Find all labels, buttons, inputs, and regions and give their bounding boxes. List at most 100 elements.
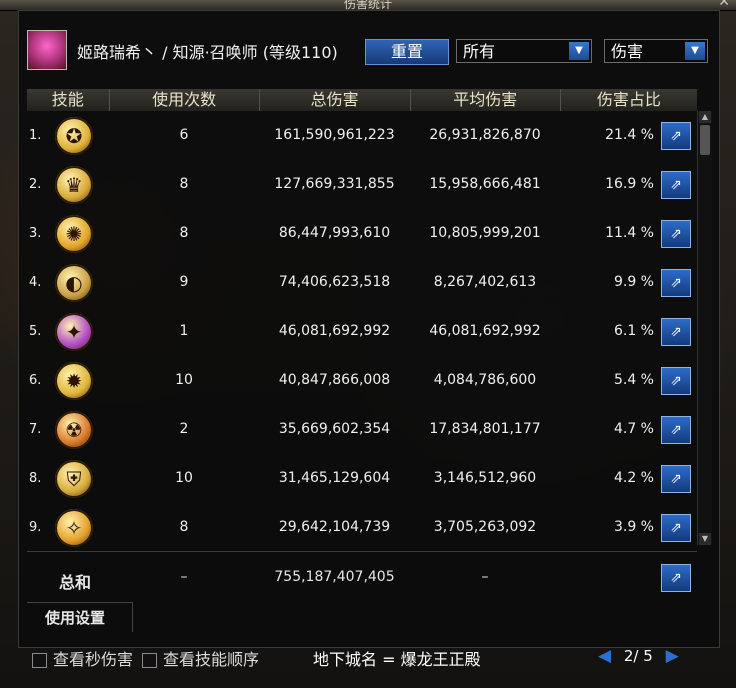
metric-select[interactable]: 伤害 ▼ [604,39,708,63]
summary-total-damage: 755,187,407,405 [274,569,395,585]
row-share-button[interactable]: ⇗ [661,367,691,395]
damage-stats-window: 姬路瑞希丶 / 知源·召唤师 (等级110) 重置 所有 ▼ 伤害 ▼ 技能 使… [18,10,720,648]
per-second-damage-checkbox[interactable]: 查看秒伤害 [32,646,133,670]
row-uses: 6 [179,127,189,143]
row-share-button[interactable]: ⇗ [661,122,691,150]
share-icon: ⇗ [670,324,682,340]
row-total-damage: 31,465,129,604 [278,470,391,486]
row-uses: 9 [179,274,189,290]
row-damage-share: 11.4 % [605,225,654,241]
row-average-damage: 3,146,512,960 [433,470,537,486]
table-row[interactable]: 3. ✺ 8 86,447,993,610 10,805,999,201 11.4 % ⇗ [27,209,697,258]
row-total-damage: 127,669,331,855 [274,176,395,192]
summary-uses: – [180,569,188,585]
checkbox-icon[interactable] [32,653,47,668]
table-header: 技能 使用次数 总伤害 平均伤害 伤害占比 [27,89,697,111]
skill-icon: ✦ [55,313,93,351]
character-avatar [27,30,67,70]
row-average-damage: 46,081,692,992 [429,323,541,339]
row-share-button[interactable]: ⇗ [661,171,691,199]
share-icon: ⇗ [670,570,682,586]
row-damage-share: 4.7 % [613,421,654,437]
share-icon: ⇗ [670,422,682,438]
skill-icon: ☢ [55,411,93,449]
row-share-button[interactable]: ⇗ [661,514,691,542]
bottom-bar: 查看秒伤害 查看技能顺序 地下城名 = 爆龙王正殿 ◀ 2/ 5 ▶ [0,640,736,688]
row-average-damage: 15,958,666,481 [429,176,541,192]
share-icon: ⇗ [670,373,682,389]
row-average-damage: 4,084,786,600 [433,372,537,388]
chevron-down-icon[interactable]: ▼ [569,42,589,60]
row-uses: 8 [179,519,189,535]
skill-icon: ✺ [55,215,93,253]
table-row[interactable]: 6. ✹ 10 40,847,866,008 4,084,786,600 5.4 % ⇗ [27,356,697,405]
row-rank: 9. [29,520,42,535]
table-row[interactable]: 1. ✪ 6 161,590,961,223 26,931,826,870 21.4 % ⇗ [27,111,697,160]
row-share-button[interactable]: ⇗ [661,269,691,297]
close-icon[interactable]: ✕ [718,0,730,10]
row-damage-share: 9.9 % [613,274,654,290]
row-damage-share: 16.9 % [605,176,654,192]
table-row[interactable]: 8. ⛨ 10 31,465,129,604 3,146,512,960 4.2 % ⇗ [27,454,697,503]
table-row[interactable]: 7. ☢ 2 35,669,602,354 17,834,801,177 4.7 % ⇗ [27,405,697,454]
skill-icon: ✹ [55,362,93,400]
scope-select[interactable]: 所有 ▼ [456,39,592,63]
skill-order-label: 查看技能顺序 [163,650,260,669]
character-name: 姬路瑞希丶 / 知源·召唤师 (等级110) [77,43,338,62]
reset-button[interactable]: 重置 [365,39,449,65]
checkbox-icon[interactable] [142,653,157,668]
row-total-damage: 40,847,866,008 [278,372,391,388]
metric-select-value: 伤害 [611,42,644,61]
dungeon-name: 地下城名 = 爆龙王正殿 [313,650,481,669]
pagination: ◀ 2/ 5 ▶ [598,646,679,666]
row-total-damage: 35,669,602,354 [278,421,391,437]
row-uses: 1 [179,323,189,339]
table-row[interactable]: 4. ◐ 9 74,406,623,518 8,267,402,613 9.9 % ⇗ [27,258,697,307]
skill-icon: ⛨ [55,460,93,498]
scroll-down-icon[interactable]: ▼ [699,533,711,545]
row-damage-share: 3.9 % [613,519,654,535]
table-row[interactable]: 2. ♛ 8 127,669,331,855 15,958,666,481 16.9 % ⇗ [27,160,697,209]
skill-icon: ♛ [55,166,93,204]
row-total-damage: 161,590,961,223 [274,127,395,143]
next-page-icon[interactable]: ▶ [666,646,679,666]
usage-settings-tab[interactable]: 使用设置 [27,602,133,632]
page-indicator: 2/ 5 [623,647,653,665]
share-icon: ⇗ [670,177,682,193]
share-icon: ⇗ [670,520,682,536]
scope-select-value: 所有 [463,42,496,61]
row-average-damage: 3,705,263,092 [433,519,537,535]
row-damage-share: 5.4 % [613,372,654,388]
row-share-button[interactable]: ⇗ [661,416,691,444]
row-rank: 2. [29,177,42,192]
row-uses: 10 [175,372,193,388]
row-share-button[interactable]: ⇗ [661,465,691,493]
column-average-damage[interactable]: 平均伤害 [411,89,561,111]
chevron-down-icon[interactable]: ▼ [685,42,705,60]
scroll-thumb[interactable] [700,125,710,155]
row-share-button[interactable]: ⇗ [661,220,691,248]
prev-page-icon[interactable]: ◀ [598,646,611,666]
summary-label: 总和 [59,573,92,592]
row-uses: 8 [179,176,189,192]
share-icon: ⇗ [670,128,682,144]
row-share-button[interactable]: ⇗ [661,318,691,346]
row-average-damage: 26,931,826,870 [429,127,541,143]
share-icon: ⇗ [670,275,682,291]
table-row[interactable]: 5. ✦ 1 46,081,692,992 46,081,692,992 6.1 % ⇗ [27,307,697,356]
row-uses: 10 [175,470,193,486]
table-row[interactable]: 9. ✧ 8 29,642,104,739 3,705,263,092 3.9 % ⇗ [27,503,697,552]
row-rank: 8. [29,471,42,486]
column-total-damage[interactable]: 总伤害 [260,89,411,111]
row-total-damage: 29,642,104,739 [278,519,391,535]
summary-share-button[interactable]: ⇗ [661,564,691,592]
column-damage-share[interactable]: 伤害占比 [561,89,697,111]
column-skill[interactable]: 技能 [27,89,110,111]
skill-order-checkbox[interactable]: 查看技能顺序 [142,646,259,670]
row-rank: 5. [29,324,42,339]
column-uses[interactable]: 使用次数 [110,89,260,111]
scroll-up-icon[interactable]: ▲ [699,111,711,123]
table-scrollbar[interactable]: ▲ ▼ [697,111,712,545]
row-damage-share: 6.1 % [613,323,654,339]
row-total-damage: 74,406,623,518 [278,274,391,290]
